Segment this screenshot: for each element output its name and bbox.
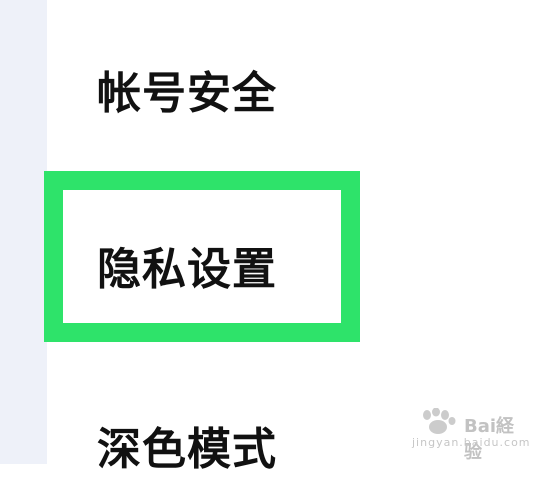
- left-side-panel: [0, 0, 47, 464]
- menu-item-dark-mode[interactable]: 深色模式: [97, 420, 277, 480]
- menu-item-privacy-settings[interactable]: 隐私设置: [97, 240, 277, 300]
- watermark-brand-text: Bai経验: [464, 416, 515, 463]
- menu-item-label: 隐私设置: [97, 244, 277, 295]
- menu-item-label: 深色模式: [97, 424, 277, 475]
- menu-item-account-security[interactable]: 帐号安全: [97, 64, 277, 124]
- baidu-paw-icon: [423, 408, 456, 434]
- watermark: Bai経验 jingyan.baidu.com: [406, 400, 530, 463]
- watermark-url-text: jingyan.baidu.com: [412, 436, 531, 449]
- menu-item-label: 帐号安全: [97, 68, 277, 119]
